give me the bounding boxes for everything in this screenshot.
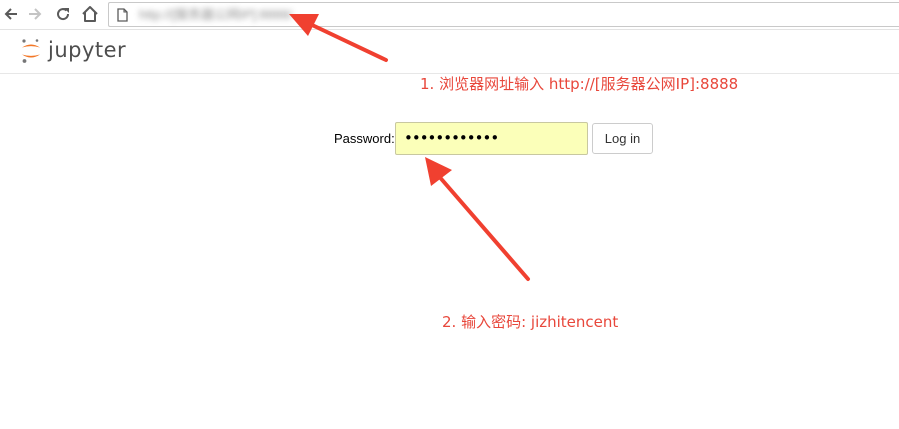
password-label: Password: (334, 131, 395, 146)
login-button[interactable]: Log in (592, 123, 653, 154)
jupyter-logo-icon (22, 39, 40, 63)
arrow-right-icon (29, 8, 42, 20)
jupyter-logo-text: jupyter (48, 38, 127, 62)
reload-button[interactable] (52, 3, 74, 25)
arrow-to-password-input (425, 157, 530, 281)
page-icon (117, 8, 128, 22)
reload-icon (57, 8, 70, 21)
address-bar-url[interactable]: http://[服务器公网IP]:8888/ (139, 6, 292, 23)
browser-toolbar: http://[服务器公网IP]:8888/ (0, 0, 899, 30)
annotation-step-2: 2. 输入密码: jizhitencent (442, 313, 619, 331)
home-icon (82, 6, 98, 22)
jupyter-logo[interactable]: jupyter (20, 38, 126, 64)
address-bar[interactable]: http://[服务器公网IP]:8888/ (108, 2, 899, 27)
back-button[interactable] (0, 3, 22, 25)
arrow-left-icon (4, 8, 17, 20)
annotation-step-1: 1. 浏览器网址输入 http://[服务器公网IP]:8888 (420, 75, 739, 93)
password-input[interactable]: •••••••••••• (395, 122, 588, 155)
jupyter-header: jupyter (0, 30, 899, 74)
forward-button[interactable] (24, 3, 46, 25)
home-button[interactable] (79, 3, 101, 25)
